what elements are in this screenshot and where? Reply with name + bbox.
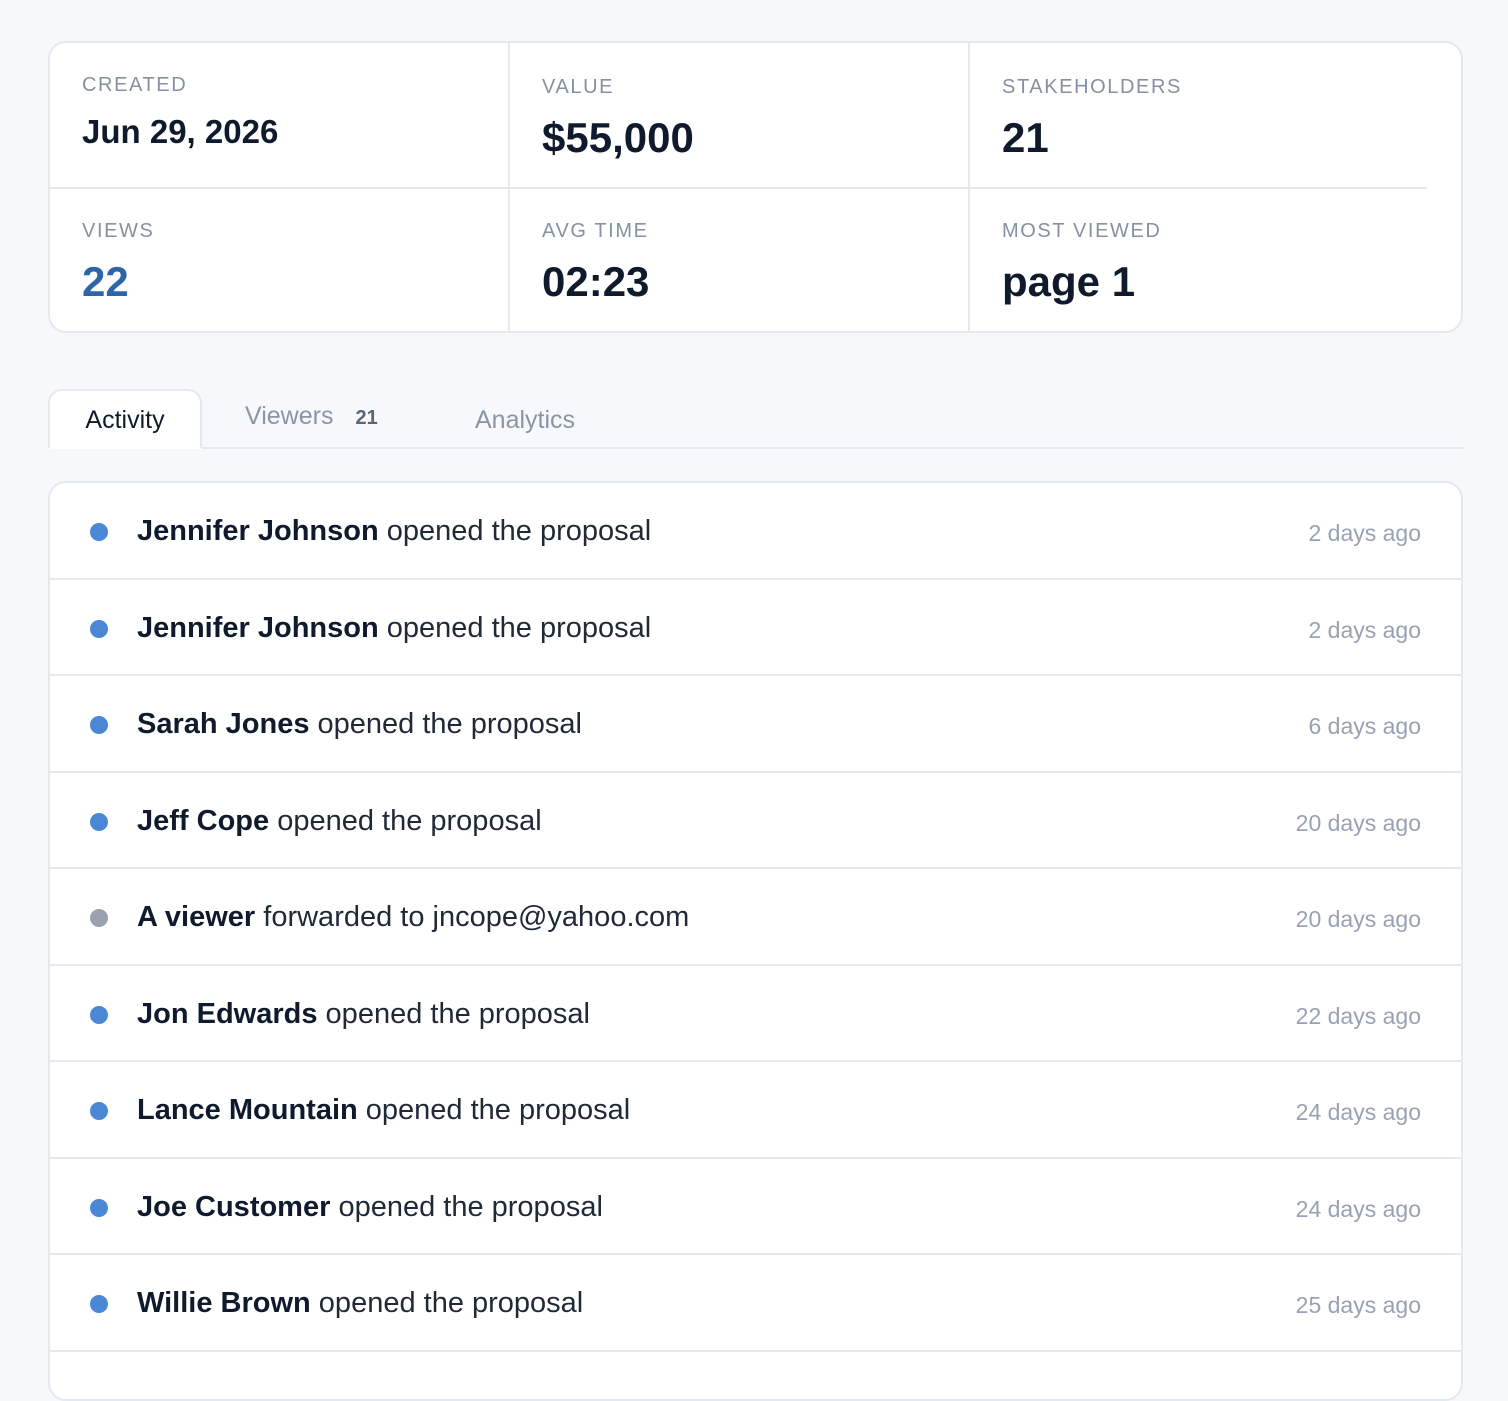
activity-action: forwarded to jncope@yahoo.com — [255, 901, 689, 933]
views-count-link[interactable]: 22 — [82, 261, 476, 303]
viewer-name: Willie Brown — [137, 1287, 311, 1319]
stat-value-amount: VALUE $55,000 — [510, 43, 970, 189]
activity-timestamp: 22 days ago — [1296, 966, 1421, 1066]
activity-action: opened the proposal — [379, 612, 652, 644]
activity-text: Sarah Jones opened the proposal — [137, 676, 582, 772]
viewer-name: Jeff Cope — [137, 805, 269, 837]
status-dot-icon — [90, 1006, 108, 1024]
stat-avg-time: AVG TIME 02:23 — [510, 189, 970, 331]
proposal-stats-card: CREATED Jun 29, 2026 VALUE $55,000 STAKE… — [48, 41, 1463, 333]
status-dot-icon — [90, 716, 108, 734]
status-dot-icon — [90, 1295, 108, 1313]
tab-label: Viewers — [245, 402, 333, 430]
activity-timestamp: 2 days ago — [1308, 580, 1421, 680]
viewer-name: A viewer — [137, 901, 255, 933]
viewer-name: Joe Customer — [137, 1191, 330, 1223]
stat-label: VALUE — [542, 75, 936, 99]
list-item[interactable]: Jeff Cope opened the proposal 20 days ag… — [50, 773, 1461, 870]
stat-most-viewed: MOST VIEWED page 1 — [970, 189, 1461, 331]
list-item[interactable]: Lance Mountain opened the proposal 24 da… — [50, 1062, 1461, 1159]
activity-timestamp: 24 days ago — [1296, 1062, 1421, 1162]
list-item[interactable]: A viewer forwarded to jncope@yahoo.com 2… — [50, 869, 1461, 966]
activity-text: Jennifer Johnson opened the proposal — [137, 580, 651, 676]
stat-value: 02:23 — [542, 261, 936, 303]
tab-label: Analytics — [475, 406, 575, 434]
activity-action: opened the proposal — [318, 998, 591, 1030]
list-item[interactable]: Joe Customer opened the proposal 24 days… — [50, 1159, 1461, 1256]
stat-value: 21 — [1002, 117, 1395, 159]
activity-timestamp: 25 days ago — [1296, 1255, 1421, 1355]
list-item[interactable]: Willie Brown opened the proposal 25 days… — [50, 1255, 1461, 1352]
stat-label: AVG TIME — [542, 219, 936, 243]
activity-timestamp: 2 days ago — [1308, 483, 1421, 583]
stat-label: STAKEHOLDERS — [1002, 75, 1395, 99]
activity-action: opened the proposal — [330, 1191, 603, 1223]
viewer-name: Jennifer Johnson — [137, 612, 379, 644]
tab-viewers[interactable]: Viewers 21 — [245, 389, 378, 449]
activity-timestamp: 20 days ago — [1296, 869, 1421, 969]
status-dot-icon — [90, 523, 108, 541]
stat-label: VIEWS — [82, 219, 476, 243]
activity-action: opened the proposal — [358, 1094, 631, 1126]
status-dot-icon — [90, 813, 108, 831]
viewer-name: Lance Mountain — [137, 1094, 358, 1126]
list-item[interactable] — [50, 1352, 1461, 1401]
activity-text: Jennifer Johnson opened the proposal — [137, 483, 651, 579]
proposal-tabs: Activity Viewers 21 Analytics — [48, 389, 1463, 449]
activity-timestamp: 20 days ago — [1296, 773, 1421, 873]
activity-list: Jennifer Johnson opened the proposal 2 d… — [48, 481, 1463, 1401]
viewer-name: Jon Edwards — [137, 998, 318, 1030]
tab-activity[interactable]: Activity — [48, 389, 202, 449]
stat-value: page 1 — [1002, 261, 1429, 303]
activity-text: Jon Edwards opened the proposal — [137, 966, 590, 1062]
status-dot-icon — [90, 909, 108, 927]
activity-text: Lance Mountain opened the proposal — [137, 1062, 630, 1158]
stat-created: CREATED Jun 29, 2026 — [50, 43, 510, 189]
list-item[interactable]: Jennifer Johnson opened the proposal 2 d… — [50, 580, 1461, 677]
activity-text: Joe Customer opened the proposal — [137, 1159, 603, 1255]
activity-text: A viewer forwarded to jncope@yahoo.com — [137, 869, 689, 965]
stat-stakeholders: STAKEHOLDERS 21 — [970, 43, 1427, 189]
status-dot-icon — [90, 1102, 108, 1120]
activity-action: opened the proposal — [309, 708, 582, 740]
status-dot-icon — [90, 620, 108, 638]
stat-views[interactable]: VIEWS 22 — [50, 189, 510, 331]
activity-timestamp: 6 days ago — [1308, 676, 1421, 776]
list-item[interactable]: Sarah Jones opened the proposal 6 days a… — [50, 676, 1461, 773]
list-item[interactable]: Jon Edwards opened the proposal 22 days … — [50, 966, 1461, 1063]
list-item[interactable]: Jennifer Johnson opened the proposal 2 d… — [50, 483, 1461, 580]
tab-analytics[interactable]: Analytics — [475, 389, 575, 449]
activity-timestamp: 24 days ago — [1296, 1159, 1421, 1259]
tab-label: Activity — [85, 406, 164, 434]
status-dot-icon — [90, 1199, 108, 1217]
activity-text: Jeff Cope opened the proposal — [137, 773, 542, 869]
stat-label: CREATED — [82, 73, 476, 97]
viewer-name: Sarah Jones — [137, 708, 309, 740]
stat-value: Jun 29, 2026 — [82, 115, 476, 148]
activity-action: opened the proposal — [311, 1287, 584, 1319]
viewers-count-badge: 21 — [355, 391, 377, 445]
viewer-name: Jennifer Johnson — [137, 515, 379, 547]
activity-text: Willie Brown opened the proposal — [137, 1255, 583, 1351]
stat-value: $55,000 — [542, 117, 936, 159]
activity-action: opened the proposal — [269, 805, 542, 837]
activity-action: opened the proposal — [379, 515, 652, 547]
stat-label: MOST VIEWED — [1002, 219, 1429, 243]
